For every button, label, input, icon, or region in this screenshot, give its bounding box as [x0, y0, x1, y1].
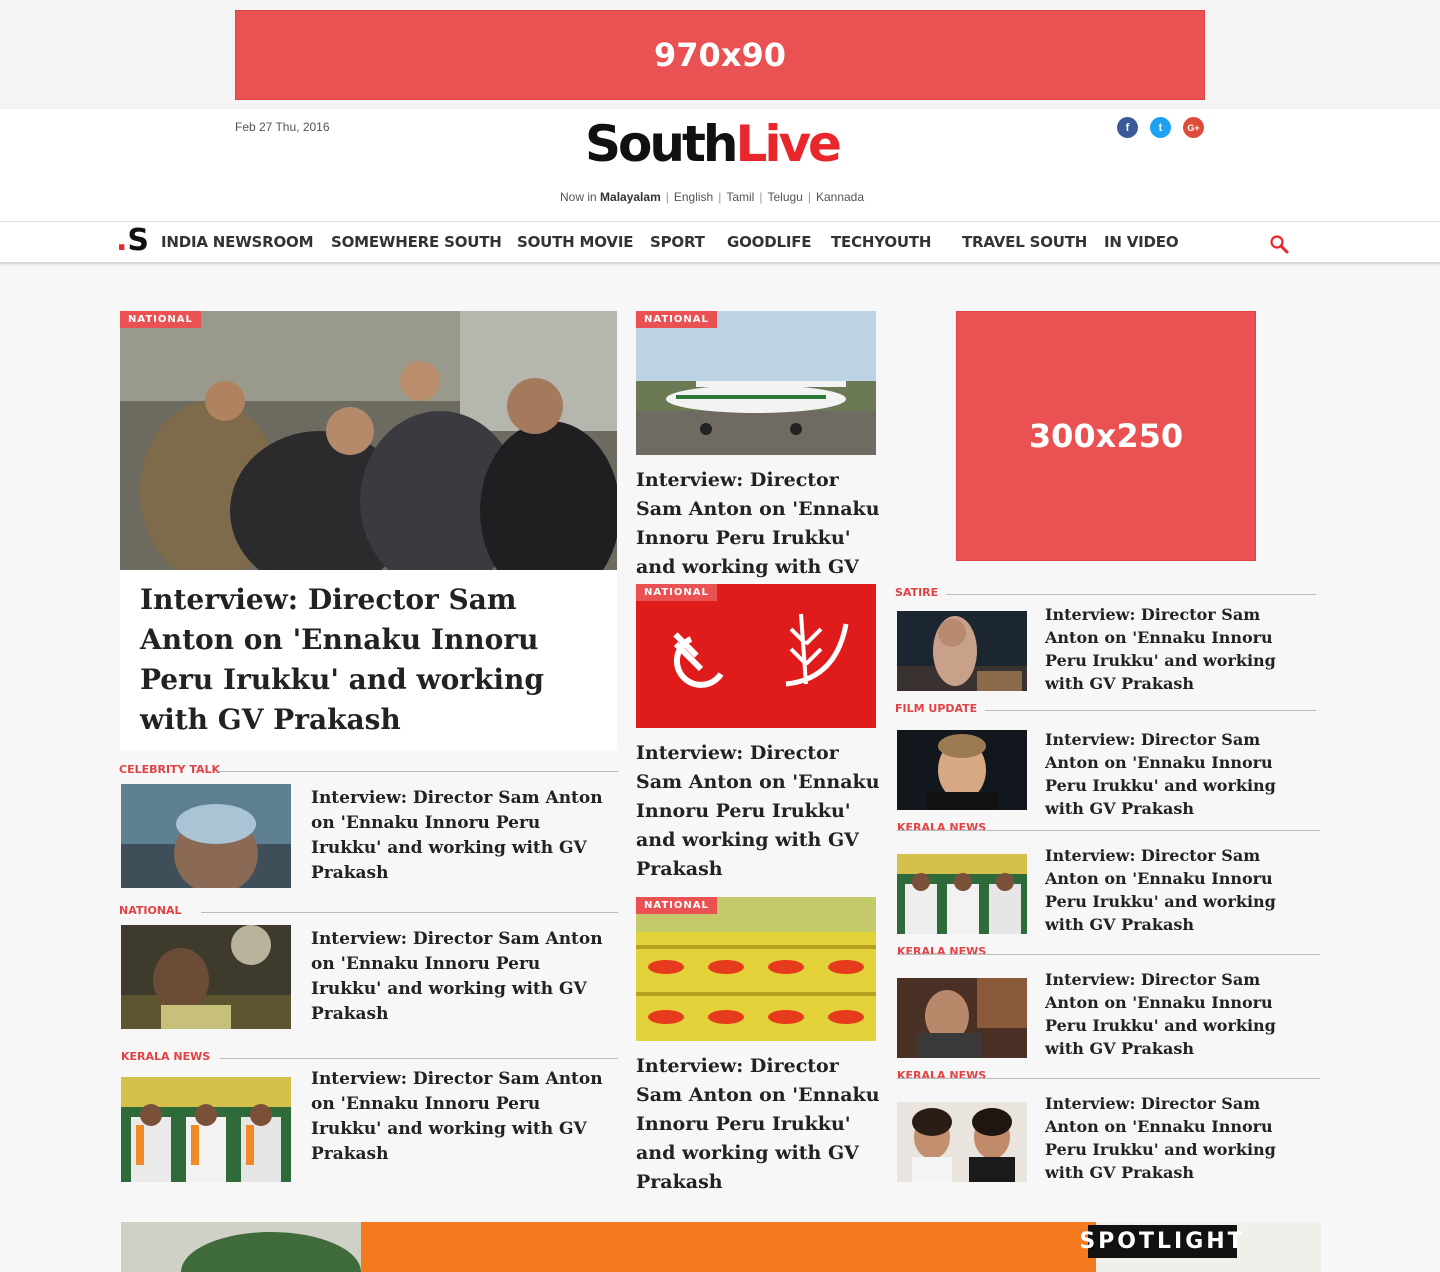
- feature-image[interactable]: [120, 311, 617, 570]
- right-item-1-category[interactable]: SATIRE: [895, 586, 938, 599]
- googleplus-icon[interactable]: G+: [1183, 117, 1204, 138]
- site-header: Feb 27 Thu, 2016 SouthLive Now in Malaya…: [0, 109, 1440, 222]
- divider: [218, 771, 618, 772]
- feature-card[interactable]: Interview: Director Sam Anton on 'Ennaku…: [120, 570, 617, 750]
- left-item-2-image[interactable]: [121, 925, 291, 1029]
- nav-item-in-video[interactable]: IN VIDEO: [1104, 233, 1179, 251]
- middle-item-3-headline[interactable]: Interview: Director Sam Anton on 'Ennaku…: [636, 1052, 881, 1197]
- middle-item-1-tag: NATIONAL: [636, 311, 717, 328]
- facebook-icon[interactable]: f: [1117, 117, 1138, 138]
- nav-item-travel-south[interactable]: TRAVEL SOUTH: [962, 233, 1087, 251]
- top-ad-banner[interactable]: 970x90: [235, 10, 1205, 100]
- left-item-3-headline[interactable]: Interview: Director Sam Anton on 'Ennaku…: [311, 1067, 611, 1167]
- left-item-3-category[interactable]: KERALA NEWS: [121, 1050, 210, 1063]
- divider: [897, 830, 1320, 831]
- site-logo[interactable]: SouthLive: [585, 119, 842, 169]
- divider: [985, 710, 1316, 711]
- nav-item-somewhere-south[interactable]: SOMEWHERE SOUTH: [331, 233, 502, 251]
- right-item-3-category[interactable]: KERALA NEWS: [897, 821, 986, 834]
- lang-malayalam[interactable]: Malayalam: [600, 190, 661, 204]
- right-item-3-headline[interactable]: Interview: Director Sam Anton on 'Ennaku…: [1045, 844, 1317, 936]
- nav-logo[interactable]: .S: [116, 226, 149, 256]
- right-item-1-headline[interactable]: Interview: Director Sam Anton on 'Ennaku…: [1045, 603, 1317, 695]
- logo-part-south: South: [585, 115, 738, 173]
- feature-tag: NATIONAL: [120, 311, 201, 328]
- middle-item-2-headline[interactable]: Interview: Director Sam Anton on 'Ennaku…: [636, 739, 881, 884]
- langs-prefix: Now in: [560, 190, 597, 204]
- middle-item-2-image[interactable]: [636, 584, 876, 728]
- middle-item-2-tag: NATIONAL: [636, 584, 717, 601]
- left-item-2-category[interactable]: NATIONAL: [119, 904, 182, 917]
- right-item-2-image[interactable]: [897, 730, 1027, 810]
- left-item-2-headline[interactable]: Interview: Director Sam Anton on 'Ennaku…: [311, 927, 611, 1027]
- lang-english[interactable]: English: [674, 190, 713, 204]
- right-item-2-category[interactable]: FILM UPDATE: [895, 702, 977, 715]
- spotlight-label: SPOTLIGHT: [1079, 1225, 1243, 1258]
- feature-headline[interactable]: Interview: Director Sam Anton on 'Ennaku…: [140, 580, 600, 740]
- divider: [201, 912, 618, 913]
- nav-item-south-movie[interactable]: SOUTH MOVIE: [517, 233, 633, 251]
- lang-telugu[interactable]: Telugu: [767, 190, 802, 204]
- right-item-5-image[interactable]: [897, 1102, 1027, 1182]
- right-item-2-headline[interactable]: Interview: Director Sam Anton on 'Ennaku…: [1045, 728, 1317, 820]
- header-date: Feb 27 Thu, 2016: [235, 120, 330, 134]
- nav-item-techyouth[interactable]: TECHYOUTH: [831, 233, 931, 251]
- nav-item-sport[interactable]: SPORT: [650, 233, 705, 251]
- divider: [220, 1058, 618, 1059]
- right-item-3-image[interactable]: [897, 854, 1027, 934]
- middle-item-3-image[interactable]: [636, 897, 876, 1041]
- logo-part-live: Live: [735, 115, 842, 173]
- left-item-1-headline[interactable]: Interview: Director Sam Anton on 'Ennaku…: [311, 786, 611, 886]
- right-item-5-headline[interactable]: Interview: Director Sam Anton on 'Ennaku…: [1045, 1092, 1317, 1184]
- main-nav: .S INDIA NEWSROOM SOMEWHERE SOUTH SOUTH …: [0, 222, 1440, 264]
- divider: [946, 594, 1316, 595]
- nav-item-goodlife[interactable]: GOODLIFE: [727, 233, 812, 251]
- left-item-1-category[interactable]: CELEBRITY TALK: [119, 763, 220, 776]
- divider: [897, 1078, 1320, 1079]
- twitter-icon[interactable]: t: [1150, 117, 1171, 138]
- search-icon[interactable]: [1269, 234, 1289, 254]
- lang-kannada[interactable]: Kannada: [816, 190, 864, 204]
- right-item-4-category[interactable]: KERALA NEWS: [897, 945, 986, 958]
- right-item-1-image[interactable]: [897, 611, 1027, 691]
- middle-item-3-tag: NATIONAL: [636, 897, 717, 914]
- left-item-1-image[interactable]: [121, 784, 291, 888]
- left-item-3-image[interactable]: [121, 1077, 291, 1182]
- nav-item-india-newsroom[interactable]: INDIA NEWSROOM: [161, 233, 314, 251]
- right-item-5-category[interactable]: KERALA NEWS: [897, 1069, 986, 1082]
- language-switcher: Now in Malayalam | English | Tamil | Telugu | Ka…: [560, 190, 865, 204]
- side-ad-banner[interactable]: 300x250: [956, 311, 1256, 561]
- middle-item-1-image[interactable]: [636, 311, 876, 455]
- lang-tamil[interactable]: Tamil: [726, 190, 754, 204]
- right-item-4-image[interactable]: [897, 978, 1027, 1058]
- right-item-4-headline[interactable]: Interview: Director Sam Anton on 'Ennaku…: [1045, 968, 1317, 1060]
- divider: [897, 954, 1320, 955]
